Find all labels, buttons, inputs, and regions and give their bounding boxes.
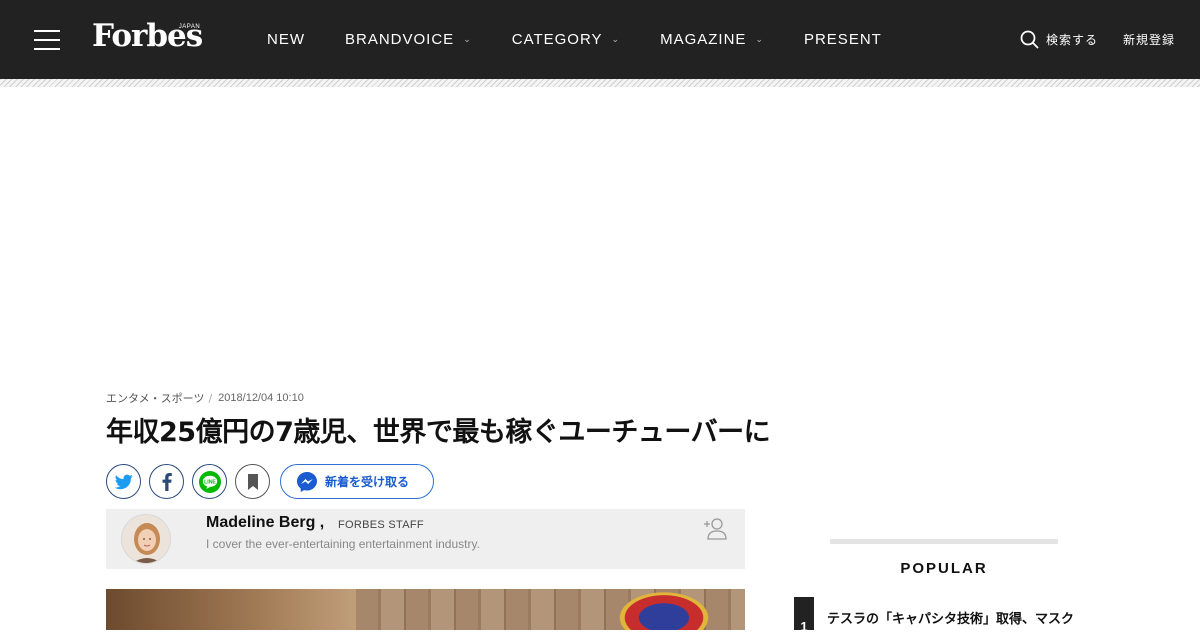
- chevron-down-icon: ⌄: [463, 34, 472, 44]
- nav-item-magazine[interactable]: MAGAZINE ⌄: [660, 31, 764, 48]
- twitter-icon: [114, 474, 133, 489]
- author-role: FORBES STAFF: [338, 519, 424, 531]
- nav-item-label: NEW: [267, 31, 305, 48]
- avatar[interactable]: [121, 514, 171, 564]
- svg-text:LINE: LINE: [204, 479, 216, 485]
- article-title: 年収25億円の7歳児、世界で最も稼ぐユーチューバーに: [106, 417, 771, 448]
- author-box: Madeline Berg , FORBES STAFF I cover the…: [106, 509, 745, 569]
- popular-rank-badge: 1: [794, 597, 814, 634]
- chevron-down-icon: ⌄: [755, 34, 764, 44]
- nav-item-label: BRANDVOICE: [345, 31, 455, 48]
- popular-item-title[interactable]: テスラの「キャパシタ技術」取得、マスク: [827, 608, 1074, 627]
- publish-date: 2018/12/04 10:10: [218, 392, 304, 404]
- messenger-icon: [297, 471, 317, 492]
- nav-item-new[interactable]: NEW: [267, 31, 305, 48]
- site-header: Forbes JAPAN NEW BRANDVOICE ⌄ CATEGORY ⌄…: [0, 0, 1200, 79]
- header-divider: [0, 79, 1200, 87]
- author-name[interactable]: Madeline Berg ,: [206, 514, 324, 532]
- follow-updates-label: 新着を受け取る: [325, 475, 410, 489]
- line-share-button[interactable]: LINE: [192, 464, 227, 499]
- menu-icon[interactable]: [34, 30, 60, 50]
- breadcrumb-separator: /: [208, 391, 213, 405]
- nav-item-label: CATEGORY: [511, 31, 603, 48]
- chevron-down-icon: ⌄: [611, 34, 621, 44]
- article-hero-image: [106, 589, 745, 630]
- nav-item-label: PRESENT: [803, 31, 882, 48]
- search-label: 検索する: [1046, 33, 1099, 47]
- avatar-image: [122, 515, 170, 563]
- facebook-share-button[interactable]: [149, 464, 184, 499]
- search-button[interactable]: 検索する: [1020, 30, 1098, 49]
- register-link[interactable]: 新規登録: [1123, 31, 1175, 48]
- logo-subtitle: JAPAN: [178, 24, 201, 30]
- nav-item-present[interactable]: PRESENT: [804, 31, 882, 48]
- popular-heading: POPULAR: [900, 560, 988, 577]
- category-link[interactable]: エンタメ・スポーツ: [106, 390, 204, 406]
- article-meta: エンタメ・スポーツ / 2018/12/04 10:10: [106, 390, 304, 406]
- add-user-icon: [704, 518, 727, 540]
- forbes-logo[interactable]: Forbes JAPAN: [92, 18, 203, 54]
- line-icon: LINE: [198, 470, 221, 493]
- bookmark-icon: [247, 473, 258, 490]
- facebook-icon: [162, 472, 172, 491]
- nav-item-brandvoice[interactable]: BRANDVOICE ⌄: [345, 31, 472, 48]
- main-nav: NEW BRANDVOICE ⌄ CATEGORY ⌄ MAGAZINE ⌄ P…: [267, 0, 922, 79]
- nav-item-category[interactable]: CATEGORY ⌄: [512, 31, 620, 48]
- bookmark-button[interactable]: [235, 464, 270, 499]
- search-icon: [1020, 30, 1039, 49]
- follow-author-button[interactable]: [703, 516, 729, 540]
- follow-updates-button[interactable]: 新着を受け取る: [280, 464, 434, 499]
- author-bio: I cover the ever-entertaining entertainm…: [206, 537, 480, 551]
- nav-item-label: MAGAZINE: [660, 31, 747, 48]
- twitter-share-button[interactable]: [106, 464, 141, 499]
- popular-divider: [830, 539, 1058, 544]
